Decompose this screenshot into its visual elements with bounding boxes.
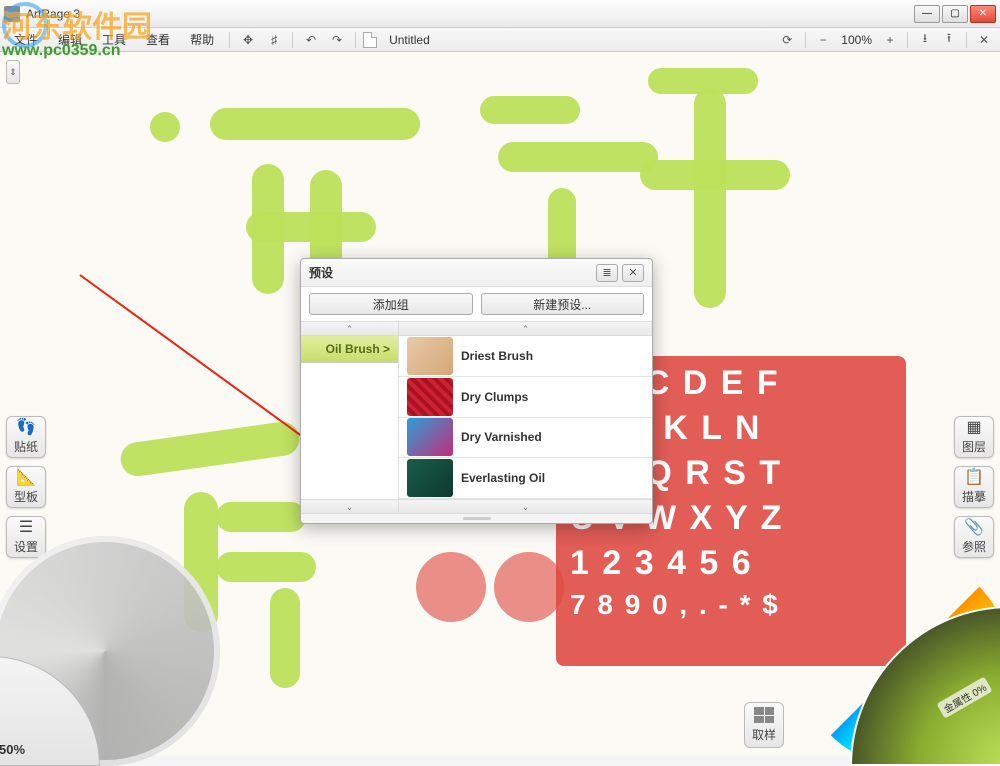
redo-button[interactable]: ↷ [326,30,348,50]
app-icon [4,6,20,22]
close-button[interactable]: ✕ [970,5,996,23]
separator [292,32,293,48]
color-picker[interactable]: 金属性 0% [800,556,1000,766]
stencil-icon: 📐 [16,470,36,486]
color-sample-button[interactable]: 取样 [744,702,784,748]
close-doc-button[interactable]: ✕ [974,30,994,50]
preset-item[interactable]: Dry Clumps [399,377,652,418]
export-button[interactable]: ⭱ [939,30,959,50]
undo-button[interactable]: ↶ [300,30,322,50]
preset-item[interactable]: Dry Varnished [399,418,652,459]
preset-item[interactable]: Driest Brush [399,336,652,377]
preset-thumb [407,378,453,416]
preset-name: Dry Varnished [461,430,542,444]
menu-view[interactable]: 查看 [138,29,178,50]
paint-stroke [498,142,658,172]
preset-group-active[interactable]: Oil Brush > [301,336,398,363]
separator [355,32,356,48]
scroll-down-button[interactable]: ⌄ [301,499,398,513]
preset-name: Everlasting Oil [461,471,545,485]
zoom-value[interactable]: 100% [837,33,876,47]
stickers-label: 贴纸 [14,438,38,455]
paint-stroke [210,108,420,140]
document-icon [363,32,377,48]
sample-label: 取样 [752,726,776,743]
add-group-button[interactable]: 添加组 [309,293,473,315]
preset-name: Driest Brush [461,349,533,363]
preset-close-button[interactable]: ✕ [622,264,644,282]
paint-stroke [270,588,300,688]
paint-stroke [216,502,306,532]
paint-stroke [694,88,726,308]
paint-stroke [216,552,316,582]
preset-thumb [407,337,453,375]
zoom-in-button[interactable]: + [880,30,900,50]
refs-label: 参照 [962,538,986,555]
separator [966,32,967,48]
right-panel-buttons: ▦ 图层 📋 描摹 📎 参照 [954,416,994,558]
maximize-button[interactable]: ▢ [942,5,968,23]
clipboard-icon: 📋 [964,470,984,486]
canvas-ruler-toggle[interactable]: ⇕ [6,60,20,84]
zoom-out-button[interactable]: − [813,30,833,50]
minimize-button[interactable]: — [914,5,940,23]
paint-stroke [150,112,180,142]
paint-stroke [246,212,376,242]
preset-dialog[interactable]: 预设 ≣ ✕ 添加组 新建预设... ⌃ Oil Brush > ⌄ ⌃ Dri… [300,258,653,524]
tool-picker[interactable]: 50% [0,536,220,766]
menu-tools[interactable]: 工具 [94,29,134,50]
stencil-circles [416,552,566,662]
preset-menu-button[interactable]: ≣ [596,264,618,282]
new-preset-button[interactable]: 新建预设... [481,293,645,315]
stickers-button[interactable]: 👣 贴纸 [6,416,46,458]
rotate-canvas-icon[interactable]: ⟳ [776,30,798,50]
tracing-button[interactable]: 📋 描摹 [954,466,994,508]
tracing-label: 描摹 [962,488,986,505]
preset-group-list: ⌃ Oil Brush > ⌄ [301,322,399,513]
layers-icon: ▦ [966,420,981,436]
preset-item[interactable]: Everlasting Oil [399,458,652,499]
stencil-circle [416,552,486,622]
move-tool-icon[interactable]: ✥ [237,30,259,50]
refs-button[interactable]: 📎 参照 [954,516,994,558]
import-button[interactable]: ⭳ [915,30,935,50]
preset-item-list: ⌃ Driest Brush Dry Clumps Dry Varnished … [399,322,652,513]
preset-resize-grip[interactable] [301,513,652,523]
menu-file[interactable]: 文件 [6,29,46,50]
preset-group-empty [301,363,398,499]
preset-thumb [407,418,453,456]
menubar: 文件 编辑 工具 查看 帮助 ✥ ♯ ↶ ↷ Untitled ⟳ − 100%… [0,28,1000,52]
stencil-circle [494,552,564,622]
scroll-up-button[interactable]: ⌃ [301,322,398,336]
scroll-down-button[interactable]: ⌄ [399,499,652,513]
preset-titlebar[interactable]: 预设 ≣ ✕ [301,259,652,287]
grid-toggle-icon[interactable]: ♯ [263,30,285,50]
pin-icon: 📎 [964,520,984,536]
titlebar: ArtRage 3 — ▢ ✕ [0,0,1000,28]
footprint-icon: 👣 [16,420,36,436]
swatch-grid-icon [754,707,774,723]
menu-help[interactable]: 帮助 [182,29,222,50]
separator [805,32,806,48]
sliders-icon: ☰ [19,520,33,536]
window-title: ArtRage 3 [26,7,914,21]
tool-size-value: 50% [0,742,91,757]
separator [907,32,908,48]
preset-name: Dry Clumps [461,390,528,404]
paint-stroke [480,96,580,124]
paint-stroke [640,160,790,190]
stencils-label: 型板 [14,488,38,505]
paint-stroke [119,420,302,479]
separator [229,32,230,48]
menu-edit[interactable]: 编辑 [50,29,90,50]
zoom-controls: − 100% + [813,30,900,50]
scroll-up-button[interactable]: ⌃ [399,322,652,336]
preset-thumb [407,459,453,497]
layers-label: 图层 [962,438,986,455]
document-name: Untitled [389,33,430,47]
stencils-button[interactable]: 📐 型板 [6,466,46,508]
preset-title: 预设 [309,264,592,281]
layers-button[interactable]: ▦ 图层 [954,416,994,458]
